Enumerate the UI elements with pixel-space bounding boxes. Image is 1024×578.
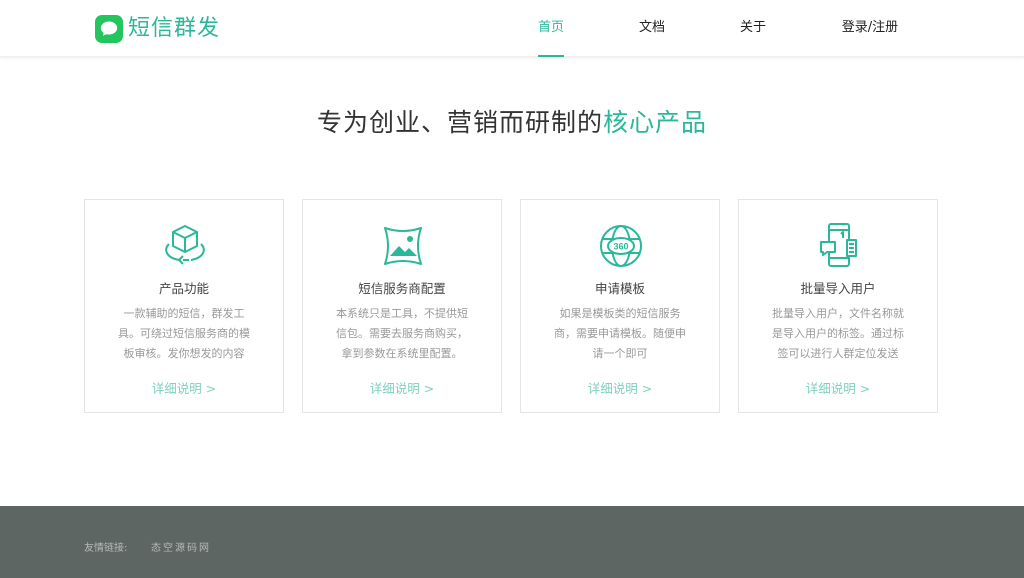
- page: 短信群发 首页 文档 关于 登录/注册 专为创业、营销而研制的核心产品 产品功能…: [0, 0, 1024, 578]
- svg-text:360: 360: [613, 242, 628, 252]
- card-details-link[interactable]: 详细说明 >: [303, 380, 501, 398]
- brand-logo[interactable]: 短信群发: [95, 14, 220, 44]
- friend-link[interactable]: 态空源码网: [151, 542, 211, 556]
- card-title: 申请模板: [594, 281, 645, 296]
- card-description: 本系统只是工具，不提供短信包。需要去服务商购买，拿到参数在系统里配置。: [336, 307, 468, 360]
- section-headline: 专为创业、营销而研制的核心产品: [0, 104, 1024, 142]
- feature-card-product: 产品功能 一款辅助的短信，群发工具。可绕过短信服务商的模板审核。发你想发的内容 …: [84, 199, 284, 413]
- top-navbar: 短信群发 首页 文档 关于 登录/注册: [0, 0, 1024, 57]
- card-details-link[interactable]: 详细说明 >: [85, 380, 283, 398]
- card-title: 批量导入用户: [800, 281, 876, 296]
- brand-name: 短信群发: [128, 16, 221, 41]
- globe-360-icon: 360: [600, 225, 642, 267]
- cube-rotate-icon: [165, 225, 205, 265]
- feature-card-provider: 短信服务商配置 本系统只是工具，不提供短信包。需要去服务商购买，拿到参数在系统里…: [302, 199, 502, 413]
- headline-prefix: 专为创业、营销而研制的: [316, 108, 603, 137]
- nav-home[interactable]: 首页: [538, 0, 564, 57]
- nav-docs[interactable]: 文档: [639, 0, 665, 57]
- feature-card-import: 批量导入用户 批量导入用户，文件名称就是导入用户的标签。通过标签可以进行人群定位…: [738, 199, 938, 413]
- image-frame-icon: [384, 227, 422, 265]
- card-details-link[interactable]: 详细说明 >: [739, 380, 937, 398]
- card-description: 批量导入用户，文件名称就是导入用户的标签。通过标签可以进行人群定位发送: [772, 307, 904, 360]
- phone-import-icon: [820, 223, 857, 267]
- headline-highlight: 核心产品: [603, 108, 708, 137]
- footer: 友情链接: 态空源码网: [0, 506, 1024, 578]
- chat-bubble-icon: [95, 15, 123, 43]
- friend-links-label: 友情链接:: [84, 543, 128, 554]
- card-details-link[interactable]: 详细说明 >: [521, 380, 719, 398]
- nav-login-register[interactable]: 登录/注册: [840, 0, 900, 57]
- nav-about[interactable]: 关于: [740, 0, 766, 57]
- card-description: 一款辅助的短信，群发工具。可绕过短信服务商的模板审核。发你想发的内容: [118, 307, 250, 360]
- card-title: 短信服务商配置: [358, 281, 446, 296]
- card-description: 如果是模板类的短信服务商，需要申请模板。随便申请一个即可: [554, 307, 686, 360]
- card-title: 产品功能: [158, 281, 209, 296]
- feature-card-template: 360 申请模板 如果是模板类的短信服务商，需要申请模板。随便申请一个即可 详细…: [520, 199, 720, 413]
